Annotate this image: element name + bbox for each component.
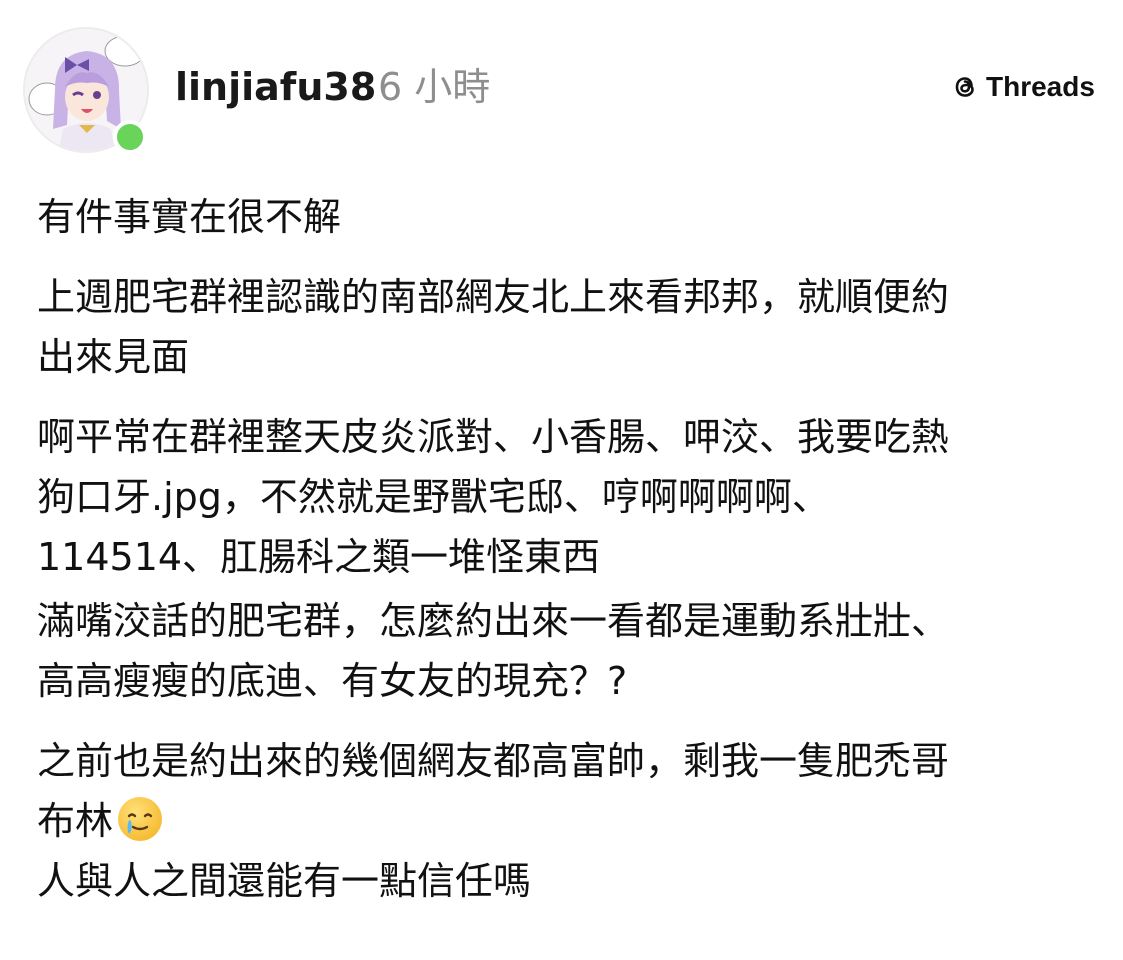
post-line: 啊平常在群裡整天皮炎派對、小香腸、呷洨、我要吃熱 xyxy=(37,415,950,459)
threads-logo-icon xyxy=(955,77,974,97)
post-timestamp: 6 小時 xyxy=(378,65,491,109)
brand-name: Threads xyxy=(986,71,1095,102)
post-line: 布林 xyxy=(37,799,114,843)
post-line: 滿嘴洨話的肥宅群，怎麼約出來一看都是運動系壯壯、 xyxy=(37,599,950,643)
post-line: 上週肥宅群裡認識的南部網友北上來看邦邦，就順便約 xyxy=(37,275,950,319)
post-line: 人與人之間還能有一點信任嗎 xyxy=(37,859,532,903)
post-line-with-emoji: 布林 xyxy=(37,791,1087,851)
threads-brand: Threads xyxy=(950,70,1095,104)
post-line: 之前也是約出來的幾個網友都高富帥，剩我一隻肥禿哥 xyxy=(37,739,950,783)
post-line: 出來見面 xyxy=(37,335,190,379)
post-header: linjiafu38 6 小時 Threads xyxy=(0,0,1123,170)
crying-smile-emoji xyxy=(118,797,163,841)
post-line: 114514、肛腸科之類一堆怪東西 xyxy=(37,535,601,579)
post-body: 有件事實在很不解 上週肥宅群裡認識的南部網友北上來看邦邦，就順便約 出來見面 啊… xyxy=(37,187,1087,911)
username[interactable]: linjiafu38 xyxy=(175,64,376,110)
post-line: 高高瘦瘦的底迪、有女友的現充？? xyxy=(37,659,628,703)
post-line: 有件事實在很不解 xyxy=(37,195,342,239)
post-line: 狗口牙.jpg，不然就是野獸宅邸、哼啊啊啊啊、 xyxy=(37,475,830,519)
online-status-indicator xyxy=(113,120,147,154)
